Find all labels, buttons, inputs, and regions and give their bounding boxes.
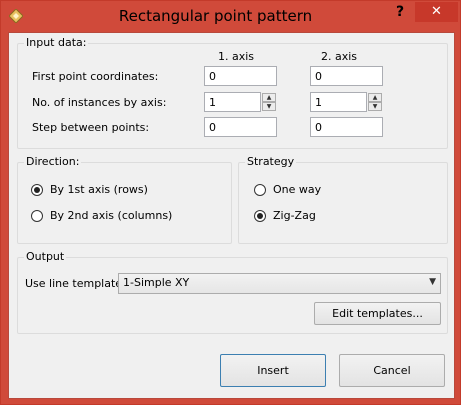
radio-one-way[interactable]: [254, 184, 266, 196]
instances-axis1-spinner[interactable]: ▲ ▼: [262, 93, 276, 111]
app-icon: [9, 9, 23, 23]
radio-one-way-label[interactable]: One way: [273, 183, 321, 196]
step-axis1-input[interactable]: [204, 117, 277, 137]
input-data-label: Input data:: [24, 36, 89, 49]
template-select[interactable]: 1-Simple XY ▼: [118, 273, 441, 294]
template-label: Use line template:: [25, 277, 126, 290]
radio-zig-zag[interactable]: [254, 210, 266, 222]
edit-templates-button[interactable]: Edit templates...: [314, 302, 441, 325]
radio-by-rows-label[interactable]: By 1st axis (rows): [50, 183, 148, 196]
input-data-group: Input data: 1. axis 2. axis First point …: [17, 36, 448, 149]
output-group: Output Use line template: 1-Simple XY ▼ …: [17, 250, 448, 334]
axis1-header: 1. axis: [218, 50, 255, 63]
title-bar[interactable]: Rectangular point pattern ? ✕: [1, 1, 460, 32]
strategy-group: Strategy One way Zig-Zag: [238, 155, 448, 244]
insert-button[interactable]: Insert: [220, 354, 326, 387]
instances-axis2-input[interactable]: [310, 92, 367, 112]
strategy-label: Strategy: [245, 155, 297, 168]
first-point-axis2-input[interactable]: [310, 66, 383, 86]
cancel-button[interactable]: Cancel: [339, 354, 445, 387]
instances-axis2-spinner[interactable]: ▲ ▼: [368, 93, 382, 111]
direction-label: Direction:: [24, 155, 82, 168]
first-point-label: First point coordinates:: [32, 70, 159, 83]
direction-group: Direction: By 1st axis (rows) By 2nd axi…: [17, 155, 232, 244]
radio-zig-zag-label[interactable]: Zig-Zag: [273, 209, 316, 222]
output-label: Output: [24, 250, 67, 263]
radio-by-columns[interactable]: [31, 210, 43, 222]
instances-axis1-input[interactable]: [204, 92, 261, 112]
close-button[interactable]: ✕: [415, 2, 458, 22]
spin-down-icon[interactable]: ▼: [262, 102, 276, 111]
radio-by-rows[interactable]: [31, 184, 43, 196]
spin-up-icon[interactable]: ▲: [262, 93, 276, 102]
dialog-client: Input data: 1. axis 2. axis First point …: [8, 32, 455, 399]
help-button[interactable]: ?: [387, 2, 413, 22]
axis2-header: 2. axis: [321, 50, 358, 63]
instances-label: No. of instances by axis:: [32, 96, 167, 109]
spin-up-icon[interactable]: ▲: [368, 93, 382, 102]
step-axis2-input[interactable]: [310, 117, 383, 137]
chevron-down-icon: ▼: [429, 277, 436, 287]
window-title: Rectangular point pattern: [118, 7, 313, 25]
dialog-window: Rectangular point pattern ? ✕ Input data…: [0, 0, 461, 405]
template-select-value: 1-Simple XY: [123, 276, 190, 289]
step-label: Step between points:: [32, 121, 150, 134]
first-point-axis1-input[interactable]: [204, 66, 277, 86]
spin-down-icon[interactable]: ▼: [368, 102, 382, 111]
radio-by-columns-label[interactable]: By 2nd axis (columns): [50, 209, 172, 222]
